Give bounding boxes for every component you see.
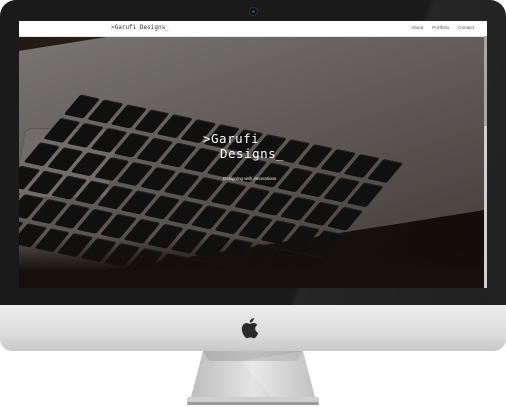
nav-link-contact[interactable]: Contact (458, 25, 474, 30)
hero-overlay (19, 36, 487, 288)
site-header: >Garufi Designs_ About Portfolio Contact (19, 21, 487, 37)
imac-stand (187, 351, 319, 405)
hero-section: >Garufi Designs_ Designing with innovati… (19, 36, 487, 288)
site-logo[interactable]: >Garufi Designs_ (111, 24, 169, 31)
nav-link-about[interactable]: About (411, 25, 423, 30)
apple-logo-icon (241, 318, 259, 339)
screen: >Garufi Designs_ About Portfolio Contact… (19, 21, 487, 288)
site-nav: About Portfolio Contact (411, 25, 474, 30)
page-scrollbar-thumb[interactable] (484, 36, 487, 126)
hero-title-line1: >Garufi (203, 131, 260, 146)
hero-tagline: Designing with innovations (223, 176, 277, 181)
nav-link-portfolio[interactable]: Portfolio (432, 25, 449, 30)
hero-title-line2: Designs_ (220, 146, 285, 161)
hero-title: >Garufi Designs_ (203, 131, 284, 161)
webcam-lens (251, 9, 255, 13)
imac-display-bezel: >Garufi Designs_ About Portfolio Contact… (0, 0, 506, 305)
